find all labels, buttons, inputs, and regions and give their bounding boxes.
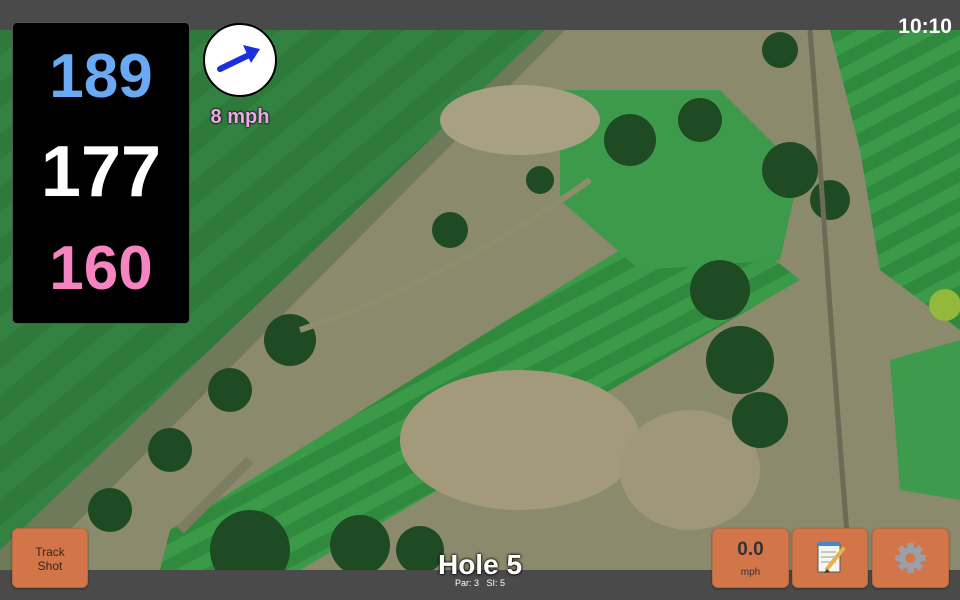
si-label: SI: 5 [486,578,506,588]
clock: 10:10 [898,15,952,38]
hole-title: Hole 5 [437,549,523,580]
notepad-icon [817,542,845,573]
track-shot-label-line1: Track [35,545,65,559]
front-distance: 160 [49,234,153,303]
speed-button[interactable]: 0.0 mph [712,528,789,588]
wind-indicator [203,23,277,97]
wind-arrow-icon [217,45,260,72]
track-shot-button[interactable]: Track Shot [12,528,88,588]
center-distance: 177 [40,132,162,212]
distance-panel: 189 177 160 [12,22,190,324]
speed-unit: mph [740,567,761,578]
notes-button[interactable] [792,528,868,588]
back-distance: 189 [49,42,153,111]
track-shot-label-line2: Shot [37,559,63,573]
speed-value: 0.0 [737,539,764,560]
hole-meta: Par: 3 SI: 5 [400,578,560,588]
par-label: Par: 3 [454,578,479,588]
wind-speed: 8 mph [210,106,270,128]
gear-icon [895,543,926,573]
settings-button[interactable] [872,528,949,588]
